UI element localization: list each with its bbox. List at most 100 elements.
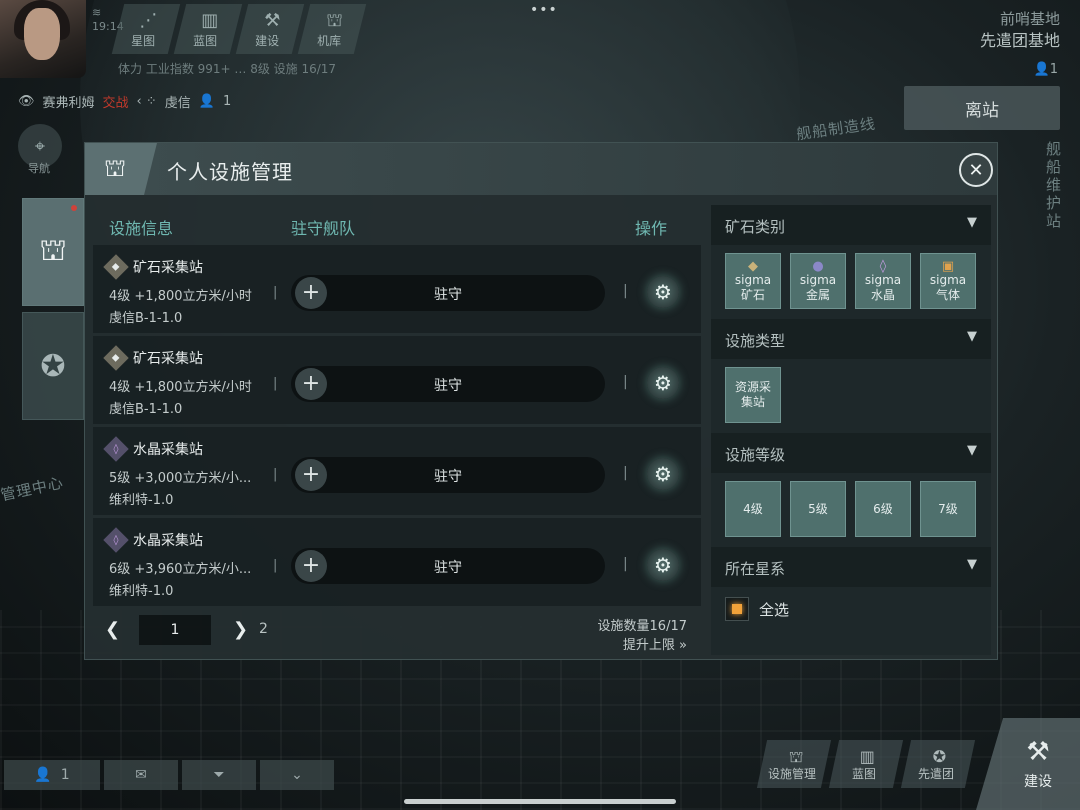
raise-limit-link[interactable]: 提升上限 » xyxy=(623,634,687,653)
filter-star-system-header[interactable]: 所在星系 ▼ xyxy=(711,547,991,587)
filter-chip-sigma-ore[interactable]: ◆ sigma 矿石 xyxy=(725,253,781,309)
filter-chip-level-6[interactable]: 6级 xyxy=(855,481,911,537)
filter-chip-sigma-metal[interactable]: ● sigma 金属 xyxy=(790,253,846,309)
tab-blueprint[interactable]: ▥ 蓝图 xyxy=(173,4,243,54)
divider: | xyxy=(623,556,628,572)
avatar-face xyxy=(24,8,60,60)
player-count: 1 xyxy=(222,94,232,109)
player-row[interactable]: 👁 赛弗利姆 交战 ‹ ⁘ 虔信 👤 1 xyxy=(18,92,231,111)
ore-icon: ◆ xyxy=(748,259,758,274)
blueprint-icon: ▥ xyxy=(201,9,219,31)
filter-chip-level-5[interactable]: 5级 xyxy=(790,481,846,537)
close-icon: ✕ xyxy=(968,159,984,181)
prev-page-icon[interactable]: ❮ xyxy=(105,619,120,640)
filter-title: 设施类型 xyxy=(725,332,786,350)
player-avatar[interactable] xyxy=(0,0,86,78)
table-row[interactable]: ◆ 矿石采集站 4级 +1,800立方米/小时 | 虔信B-1-1.0 + 驻守… xyxy=(93,336,701,424)
next-page-icon[interactable]: ❯ xyxy=(233,619,248,640)
mail-icon: ✉ xyxy=(135,767,147,783)
garrison-slot[interactable]: + 驻守 xyxy=(291,457,605,493)
chevron-down-icon: ▼ xyxy=(967,557,977,572)
garrison-slot[interactable]: + 驻守 xyxy=(291,275,605,311)
mail-button[interactable]: ✉ xyxy=(104,760,178,790)
facility-table: 设施信息 驻守舰队 操作 ◆ 矿石采集站 4级 +1,800立方米/小时 | 虔… xyxy=(93,205,701,655)
facility-name-text: 水晶采集站 xyxy=(133,533,203,549)
facility-settings-button[interactable]: ⚙ xyxy=(647,276,679,308)
table-row[interactable]: ◊ 水晶采集站 6级 +3,960立方米/小... | 维利特-1.0 + 驻守… xyxy=(93,518,701,606)
filter-title: 矿石类别 xyxy=(725,218,786,236)
dialog-header: ⛫ 个人设施管理 ✕ xyxy=(85,143,997,195)
members-button[interactable]: 👤 1 xyxy=(4,760,100,790)
home-indicator[interactable] xyxy=(404,799,676,804)
filter-panel: 矿石类别 ▼ ◆ sigma 矿石 ● sigma 金属 ◊ sigma 水晶 … xyxy=(711,205,991,655)
top-nav: ⋰ 星图 ▥ 蓝图 ⚒ 建设 ⛫ 机库 xyxy=(111,4,367,54)
garrison-slot[interactable]: + 驻守 xyxy=(291,548,605,584)
button-label: 先遣团 xyxy=(918,766,955,781)
crystal-icon: ◊ xyxy=(103,436,129,462)
tab-vanguard[interactable]: ✪ xyxy=(22,312,84,420)
bottom-right-bar: ⛫ 设施管理 ▥ 蓝图 ✪ 先遣团 xyxy=(756,740,976,788)
facility-name: ◆ 矿石采集站 xyxy=(103,254,203,280)
garrison-label: 驻守 xyxy=(434,287,462,303)
filter-chip-sigma-gas[interactable]: ▣ sigma 气体 xyxy=(920,253,976,309)
filter-ore-type-header[interactable]: 矿石类别 ▼ xyxy=(711,205,991,245)
col-facility-info: 设施信息 xyxy=(109,219,174,238)
filter-chip-resource-station[interactable]: 资源采 集站 xyxy=(725,367,781,423)
facility-location: 虔信B-1-1.0 xyxy=(109,402,183,417)
facility-settings-button[interactable]: ⚙ xyxy=(647,549,679,581)
gas-icon: ▣ xyxy=(941,259,955,274)
facility-stats: 6级 +3,960立方米/小... xyxy=(109,562,252,577)
blueprint-button[interactable]: ▥ 蓝图 xyxy=(828,740,904,788)
filter-chip-level-4[interactable]: 4级 xyxy=(725,481,781,537)
filter-button[interactable]: ⏷ xyxy=(182,760,256,790)
facility-name-text: 矿石采集站 xyxy=(133,351,203,367)
facility-icon: ⛫ xyxy=(788,746,804,766)
leave-station-button[interactable]: 离站 xyxy=(904,86,1060,130)
navigation-label: 导航 xyxy=(28,162,50,175)
facility-name: ◆ 矿石采集站 xyxy=(103,345,203,371)
filter-title: 设施等级 xyxy=(725,446,786,464)
expand-button[interactable]: ⌄ xyxy=(260,760,334,790)
crystal-icon: ◊ xyxy=(879,259,887,274)
facility-management-button[interactable]: ⛫ 设施管理 xyxy=(756,740,832,788)
vanguard-button[interactable]: ✪ 先遣团 xyxy=(900,740,976,788)
user-icon: 👤 xyxy=(34,767,61,783)
table-row[interactable]: ◆ 矿石采集站 4级 +1,800立方米/小时 | 虔信B-1-1.0 + 驻守… xyxy=(93,245,701,333)
facility-settings-button[interactable]: ⚙ xyxy=(647,458,679,490)
user-icon: 👤 xyxy=(198,94,215,109)
facility-settings-button[interactable]: ⚙ xyxy=(647,367,679,399)
filter-chip-sigma-crystal[interactable]: ◊ sigma 水晶 xyxy=(855,253,911,309)
filter-facility-type-header[interactable]: 设施类型 ▼ xyxy=(711,319,991,359)
close-button[interactable]: ✕ xyxy=(959,153,993,187)
gear-icon: ⚙ xyxy=(654,280,672,304)
divider: | xyxy=(273,376,278,391)
player-stats-line: 体力 工业指数 991+ … 8级 设施 16/17 xyxy=(118,62,337,76)
chip-line2: 水晶 xyxy=(870,288,895,302)
tab-build[interactable]: ⚒ 建设 xyxy=(235,4,305,54)
base-user-count: 👤1 xyxy=(1034,62,1058,77)
current-page-input[interactable]: 1 xyxy=(139,615,211,645)
select-all-label: 全选 xyxy=(759,600,790,619)
garrison-slot[interactable]: + 驻守 xyxy=(291,366,605,402)
shipyard-label: 舰船制造线 xyxy=(795,114,877,144)
chevron-down-icon: ⌄ xyxy=(291,767,303,783)
filter-title: 所在星系 xyxy=(725,560,786,578)
build-label: 建设 xyxy=(1024,774,1052,790)
facility-name: ◊ 水晶采集站 xyxy=(103,436,203,462)
dialog-icon-box: ⛫ xyxy=(85,143,157,195)
select-all-row[interactable]: 全选 xyxy=(725,597,789,621)
divider: | xyxy=(623,374,628,390)
members-count: 1 xyxy=(60,767,70,783)
select-all-checkbox[interactable] xyxy=(725,597,749,621)
more-dots-icon[interactable]: ••• xyxy=(530,2,558,18)
filter-chip-level-7[interactable]: 7级 xyxy=(920,481,976,537)
hammer-icon: ⚒ xyxy=(264,9,281,31)
table-row[interactable]: ◊ 水晶采集站 5级 +3,000立方米/小... | 维利特-1.0 + 驻守… xyxy=(93,427,701,515)
player-name: 赛弗利姆 xyxy=(42,96,95,111)
tab-facility-management[interactable]: ⛫ xyxy=(22,198,84,306)
chip-line1: sigma xyxy=(734,273,772,287)
facility-name: ◊ 水晶采集站 xyxy=(103,527,203,553)
tab-star-map[interactable]: ⋰ 星图 xyxy=(111,4,181,54)
filter-facility-level-header[interactable]: 设施等级 ▼ xyxy=(711,433,991,473)
tab-hangar[interactable]: ⛫ 机库 xyxy=(297,4,367,54)
